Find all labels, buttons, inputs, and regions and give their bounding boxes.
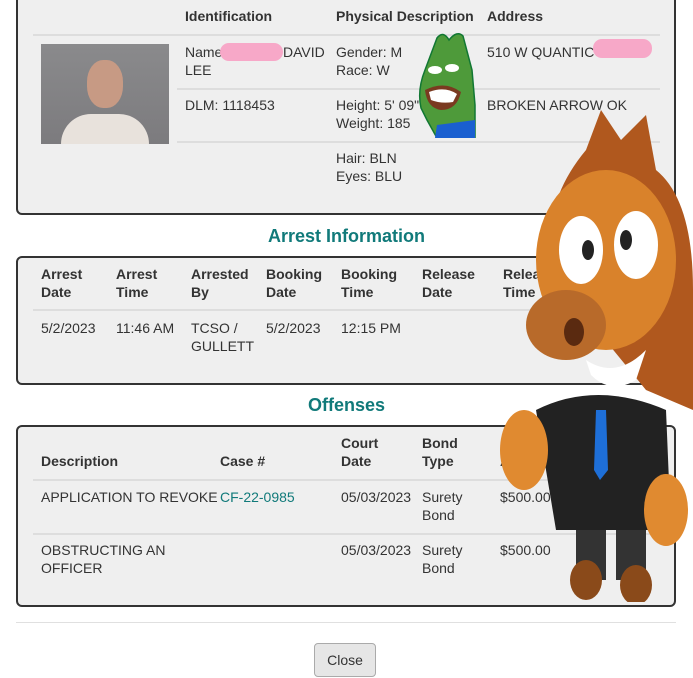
offense-cell: OFFICER bbox=[41, 560, 103, 576]
header-address: Address bbox=[487, 8, 544, 24]
name-middle: LEE bbox=[185, 62, 212, 78]
offense-column-header: Case # bbox=[220, 453, 266, 469]
name-label: Name bbox=[185, 44, 223, 60]
close-button[interactable]: Close bbox=[314, 643, 376, 677]
arrest-column-header: Time bbox=[116, 284, 149, 300]
race: Race: W bbox=[336, 62, 390, 78]
offense-column-header: Description bbox=[41, 453, 119, 469]
eyes: Eyes: BLU bbox=[336, 168, 403, 184]
arrest-column-header: Arrest bbox=[41, 266, 83, 282]
arrest-column-header: Date bbox=[422, 284, 453, 300]
arrest-cell: 5/2/2023 bbox=[41, 320, 96, 336]
arrest-column-header: Date bbox=[41, 284, 72, 300]
divider bbox=[16, 622, 676, 623]
arrest-column-header: Date bbox=[266, 284, 297, 300]
offense-cell: Bond bbox=[422, 560, 455, 576]
offense-cell[interactable]: CF-22-0985 bbox=[220, 488, 295, 506]
arrest-cell: GULLETT bbox=[191, 338, 255, 354]
hair: Hair: BLN bbox=[336, 150, 397, 166]
dlm: DLM: 1118453 bbox=[185, 97, 275, 113]
name-first: DAVID bbox=[283, 44, 325, 60]
gender: Gender: M bbox=[336, 44, 403, 60]
arrest-cell: 11:46 AM bbox=[116, 320, 175, 336]
arrest-column-header: Arrest bbox=[116, 266, 158, 282]
arrest-column-header: Arrested bbox=[191, 266, 249, 282]
cartoon-horse-sticker-icon bbox=[500, 110, 693, 602]
offense-cell: Bond bbox=[422, 507, 455, 523]
offense-column-header: Date bbox=[341, 453, 372, 469]
arrest-cell: TCSO / bbox=[191, 320, 238, 336]
address-redaction bbox=[593, 39, 652, 58]
arrest-column-header: Release bbox=[422, 266, 475, 282]
mugshot-photo bbox=[41, 44, 169, 144]
arrest-cell: 12:15 PM bbox=[341, 320, 401, 336]
offense-cell: APPLICATION TO REVOKE bbox=[41, 489, 218, 505]
name-redaction bbox=[220, 43, 283, 61]
arrest-column-header: Time bbox=[341, 284, 374, 300]
offense-cell: Surety bbox=[422, 542, 463, 558]
offense-column-header: Bond bbox=[422, 435, 458, 451]
arrest-column-header: Booking bbox=[341, 266, 397, 282]
offense-cell: OBSTRUCTING AN bbox=[41, 542, 166, 558]
weight: Weight: 185 bbox=[336, 115, 411, 131]
offense-column-header: Type bbox=[422, 453, 454, 469]
offense-cell: 05/03/2023 bbox=[341, 542, 412, 558]
offense-cell: 05/03/2023 bbox=[341, 489, 412, 505]
header-identification: Identification bbox=[185, 8, 273, 24]
address-line1: 510 W QUANTICO bbox=[487, 44, 606, 60]
header-physical: Physical Description bbox=[336, 8, 474, 24]
height: Height: 5' 09" bbox=[336, 97, 420, 113]
offense-column-header: Court bbox=[341, 435, 379, 451]
pepe-sticker-icon bbox=[418, 33, 476, 138]
arrest-cell: 5/2/2023 bbox=[266, 320, 321, 336]
arrest-column-header: Booking bbox=[266, 266, 322, 282]
arrest-column-header: By bbox=[191, 284, 209, 300]
offense-cell: Surety bbox=[422, 489, 463, 505]
